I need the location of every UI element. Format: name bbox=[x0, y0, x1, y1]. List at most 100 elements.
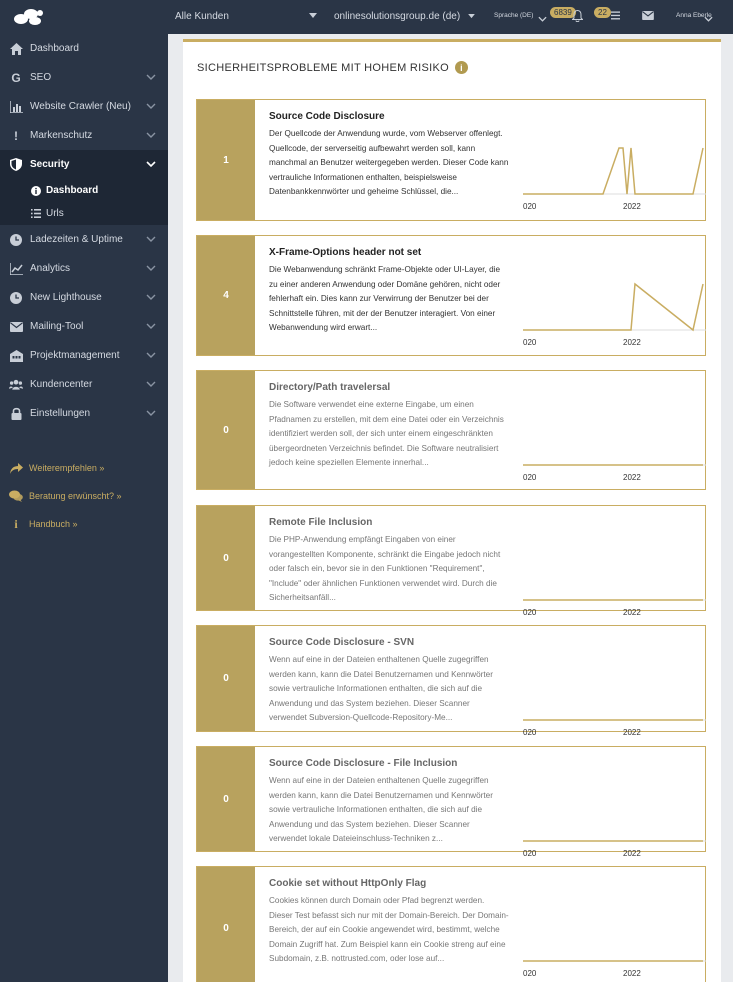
issue-title[interactable]: Source Code Disclosure - SVN bbox=[269, 637, 509, 648]
sidebar-item-markenschutz[interactable]: ! Markenschutz bbox=[0, 121, 168, 150]
google-icon: G bbox=[11, 70, 21, 85]
logo-icon bbox=[14, 9, 43, 25]
issue-count: 0 bbox=[197, 626, 255, 731]
sidebar-item-mailing-tool[interactable]: Mailing-Tool bbox=[0, 312, 168, 341]
issue-title[interactable]: Cookie set without HttpOnly Flag bbox=[269, 878, 509, 889]
line-chart-icon bbox=[9, 262, 23, 276]
bar-chart-icon bbox=[9, 100, 23, 114]
lock-icon bbox=[9, 407, 23, 421]
sidebar-item-website-crawler[interactable]: Website Crawler (Neu) bbox=[0, 92, 168, 121]
issue-trend-chart: 020 2022 bbox=[523, 282, 706, 347]
sidebar-item-einstellungen[interactable]: Einstellungen bbox=[0, 399, 168, 428]
issue-card[interactable]: 0 Cookie set without HttpOnly Flag Cooki… bbox=[196, 866, 706, 982]
chart-tick-label: 2022 bbox=[623, 849, 641, 858]
sidebar-item-new-lighthouse[interactable]: New Lighthouse bbox=[0, 283, 168, 312]
comments-icon bbox=[9, 489, 23, 503]
sidebar-subitem-security-urls[interactable]: Urls bbox=[0, 202, 168, 225]
bell-icon[interactable] bbox=[572, 10, 583, 22]
sidebar-item-label: Analytics bbox=[30, 263, 71, 274]
sidebar-item-label: New Lighthouse bbox=[30, 292, 102, 303]
issue-trend-chart: 020 2022 bbox=[523, 840, 706, 858]
info-icon[interactable]: i bbox=[455, 61, 469, 74]
tasks-badge: 22 bbox=[594, 7, 611, 18]
sidebar-item-security[interactable]: Security bbox=[0, 150, 168, 179]
sidebar-item-dashboard[interactable]: Dashboard bbox=[0, 34, 168, 63]
chart-tick-label: 020 bbox=[523, 473, 537, 482]
sidebar-item-label: Dashboard bbox=[30, 43, 79, 54]
sidebar-subitem-security-dashboard[interactable]: Dashboard bbox=[0, 179, 168, 202]
sidebar: Dashboard G SEO Website Crawler (Neu) ! … bbox=[0, 0, 168, 982]
issue-description: Die Software verwendet eine externe Eing… bbox=[269, 400, 504, 467]
chevron-down-icon bbox=[146, 323, 156, 329]
sidebar-item-label: Kundencenter bbox=[30, 379, 93, 390]
sidebar-item-ladezeiten[interactable]: Ladezeiten & Uptime bbox=[0, 225, 168, 254]
chevron-down-icon bbox=[146, 410, 156, 416]
envelope-icon bbox=[9, 320, 23, 334]
sidebar-item-seo[interactable]: G SEO bbox=[0, 63, 168, 92]
chevron-down-icon bbox=[146, 132, 156, 138]
sidebar-item-kundencenter[interactable]: Kundencenter bbox=[0, 370, 168, 399]
issue-title[interactable]: Directory/Path travelersal bbox=[269, 382, 509, 393]
section-title-text: SICHERHEITSPROBLEME MIT HOHEM RISIKO bbox=[197, 61, 450, 74]
sidebar-item-label: Mailing-Tool bbox=[30, 321, 84, 332]
chevron-down-icon bbox=[146, 381, 156, 387]
info-icon bbox=[30, 185, 42, 197]
chart-series-line bbox=[523, 282, 704, 332]
issue-card[interactable]: 1 Source Code Disclosure Der Quellcode d… bbox=[196, 99, 706, 221]
issue-count: 1 bbox=[197, 100, 255, 220]
sidebar-item-label: Markenschutz bbox=[30, 130, 93, 141]
sidebar-item-projektmanagement[interactable]: Projektmanagement bbox=[0, 341, 168, 370]
envelope-icon[interactable] bbox=[642, 11, 654, 20]
chevron-down-icon bbox=[146, 294, 156, 300]
shield-icon bbox=[9, 158, 23, 172]
chevron-down-icon bbox=[468, 14, 475, 19]
issue-trend-chart: 020 2022 bbox=[523, 719, 706, 737]
topbar: Alle Kunden onlinesolutionsgroup.de (de)… bbox=[168, 0, 733, 34]
sidebar-item-label: Projektmanagement bbox=[30, 350, 120, 361]
chevron-down-icon bbox=[309, 13, 317, 18]
chart-tick-label: 020 bbox=[523, 608, 537, 617]
users-icon bbox=[9, 378, 23, 392]
issue-card[interactable]: 0 Source Code Disclosure - File Inclusio… bbox=[196, 746, 706, 858]
weiterempfehlen-link[interactable]: Weiterempfehlen » bbox=[0, 454, 168, 482]
beratung-link[interactable]: Beratung erwünscht? » bbox=[0, 482, 168, 510]
issue-card[interactable]: 0 Directory/Path travelersal Die Softwar… bbox=[196, 370, 706, 490]
list-icon[interactable] bbox=[611, 11, 620, 20]
sidebar-item-label: Einstellungen bbox=[30, 408, 91, 419]
chart-tick-label: 2022 bbox=[623, 728, 641, 737]
chart-tick-label: 020 bbox=[523, 202, 537, 211]
issue-title[interactable]: Source Code Disclosure - File Inclusion bbox=[269, 758, 509, 769]
handbuch-link[interactable]: i Handbuch » bbox=[0, 510, 168, 538]
issue-count: 0 bbox=[197, 747, 255, 851]
domain-select[interactable]: onlinesolutionsgroup.de (de) bbox=[334, 11, 460, 22]
clock-icon bbox=[9, 233, 23, 247]
issue-card[interactable]: 0 Source Code Disclosure - SVN Wenn auf … bbox=[196, 625, 706, 737]
issue-card[interactable]: 4 X-Frame-Options header not set Die Web… bbox=[196, 235, 706, 356]
issue-title[interactable]: Remote File Inclusion bbox=[269, 517, 509, 528]
chart-tick-label: 2022 bbox=[623, 202, 641, 211]
chart-series-line bbox=[523, 147, 704, 195]
list-icon bbox=[30, 208, 42, 220]
sidebar-item-label: Website Crawler (Neu) bbox=[30, 101, 131, 112]
issue-title[interactable]: X-Frame-Options header not set bbox=[269, 247, 509, 258]
issue-count: 0 bbox=[197, 506, 255, 610]
issue-card[interactable]: 0 Remote File Inclusion Die PHP-Anwendun… bbox=[196, 505, 706, 617]
issue-description: Cookies können durch Domain oder Pfad be… bbox=[269, 896, 509, 963]
issue-trend-chart: 020 2022 bbox=[523, 599, 706, 617]
chart-tick-label: 2022 bbox=[623, 969, 641, 978]
sidebar-subitem-label: Urls bbox=[46, 208, 64, 219]
chart-tick-label: 2022 bbox=[623, 473, 641, 482]
home-icon bbox=[9, 42, 23, 56]
issue-description: Der Quellcode der Anwendung wurde, vom W… bbox=[269, 129, 509, 196]
client-select[interactable]: Alle Kunden bbox=[175, 11, 229, 22]
language-select[interactable]: Sprache (DE) bbox=[494, 12, 533, 19]
chart-tick-label: 020 bbox=[523, 969, 537, 978]
sidebar-item-analytics[interactable]: Analytics bbox=[0, 254, 168, 283]
weiterempfehlen-label: Weiterempfehlen » bbox=[29, 463, 105, 473]
issue-title[interactable]: Source Code Disclosure bbox=[269, 111, 509, 122]
beratung-label: Beratung erwünscht? » bbox=[29, 491, 122, 501]
handbuch-label: Handbuch » bbox=[29, 519, 78, 529]
logo[interactable] bbox=[0, 0, 168, 34]
chart-tick-label: 020 bbox=[523, 849, 537, 858]
chevron-down-icon bbox=[704, 16, 713, 22]
